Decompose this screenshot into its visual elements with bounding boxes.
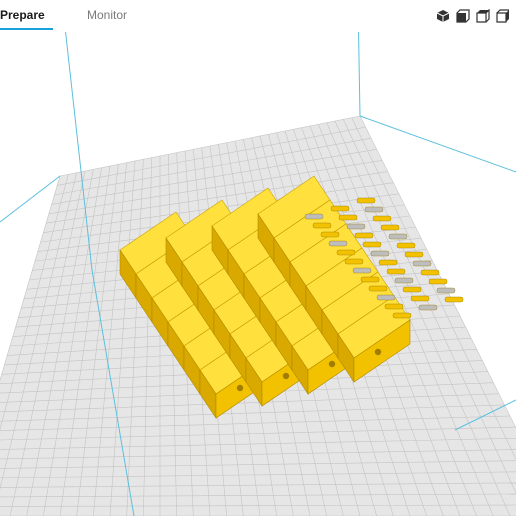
pin-part bbox=[304, 213, 324, 220]
tab-prepare[interactable]: Prepare bbox=[0, 0, 53, 30]
pin-part bbox=[386, 268, 406, 275]
pin-part bbox=[354, 232, 374, 239]
pin-part bbox=[392, 312, 412, 319]
pin-part bbox=[320, 231, 340, 238]
pin-part bbox=[402, 286, 422, 293]
top-view-icon[interactable] bbox=[476, 9, 490, 23]
pin-part bbox=[410, 295, 430, 302]
3d-viewport[interactable] bbox=[0, 0, 516, 517]
pin-part bbox=[362, 241, 382, 248]
tab-monitor-label: Monitor bbox=[87, 8, 128, 22]
pin-part bbox=[378, 259, 398, 266]
pin-part bbox=[394, 277, 414, 284]
pin-part bbox=[336, 249, 356, 256]
pin-part bbox=[388, 233, 408, 240]
tab-prepare-label: Prepare bbox=[0, 8, 45, 22]
pin-part bbox=[380, 224, 400, 231]
pin-part bbox=[420, 269, 440, 276]
pin-part bbox=[346, 223, 366, 230]
3d-view-icon[interactable] bbox=[436, 9, 450, 23]
pin-part bbox=[330, 205, 350, 212]
pin-part bbox=[412, 260, 432, 267]
pin-part bbox=[404, 251, 424, 258]
pin-part bbox=[396, 242, 416, 249]
pin-part bbox=[444, 296, 464, 303]
pin-part bbox=[428, 278, 448, 285]
pin-part bbox=[344, 258, 364, 265]
pin-part bbox=[368, 285, 388, 292]
side-view-icon[interactable] bbox=[496, 9, 510, 23]
active-tab-indicator bbox=[0, 28, 53, 30]
pin-part bbox=[352, 267, 372, 274]
pin-part bbox=[364, 206, 384, 213]
pin-part bbox=[370, 250, 390, 257]
pin-part bbox=[418, 304, 438, 311]
pin-part bbox=[384, 303, 404, 310]
pin-part bbox=[372, 215, 392, 222]
top-toolbar: Prepare Monitor bbox=[0, 0, 516, 32]
pin-part bbox=[436, 287, 456, 294]
front-view-icon[interactable] bbox=[456, 9, 470, 23]
pin-part bbox=[338, 214, 358, 221]
pin-part bbox=[356, 197, 376, 204]
camera-view-buttons bbox=[436, 9, 510, 23]
build-volume-scene bbox=[0, 0, 516, 517]
pin-part bbox=[328, 240, 348, 247]
pin-part bbox=[376, 294, 396, 301]
pin-part bbox=[312, 222, 332, 229]
pin-part bbox=[360, 276, 380, 283]
tab-monitor[interactable]: Monitor bbox=[87, 0, 127, 30]
